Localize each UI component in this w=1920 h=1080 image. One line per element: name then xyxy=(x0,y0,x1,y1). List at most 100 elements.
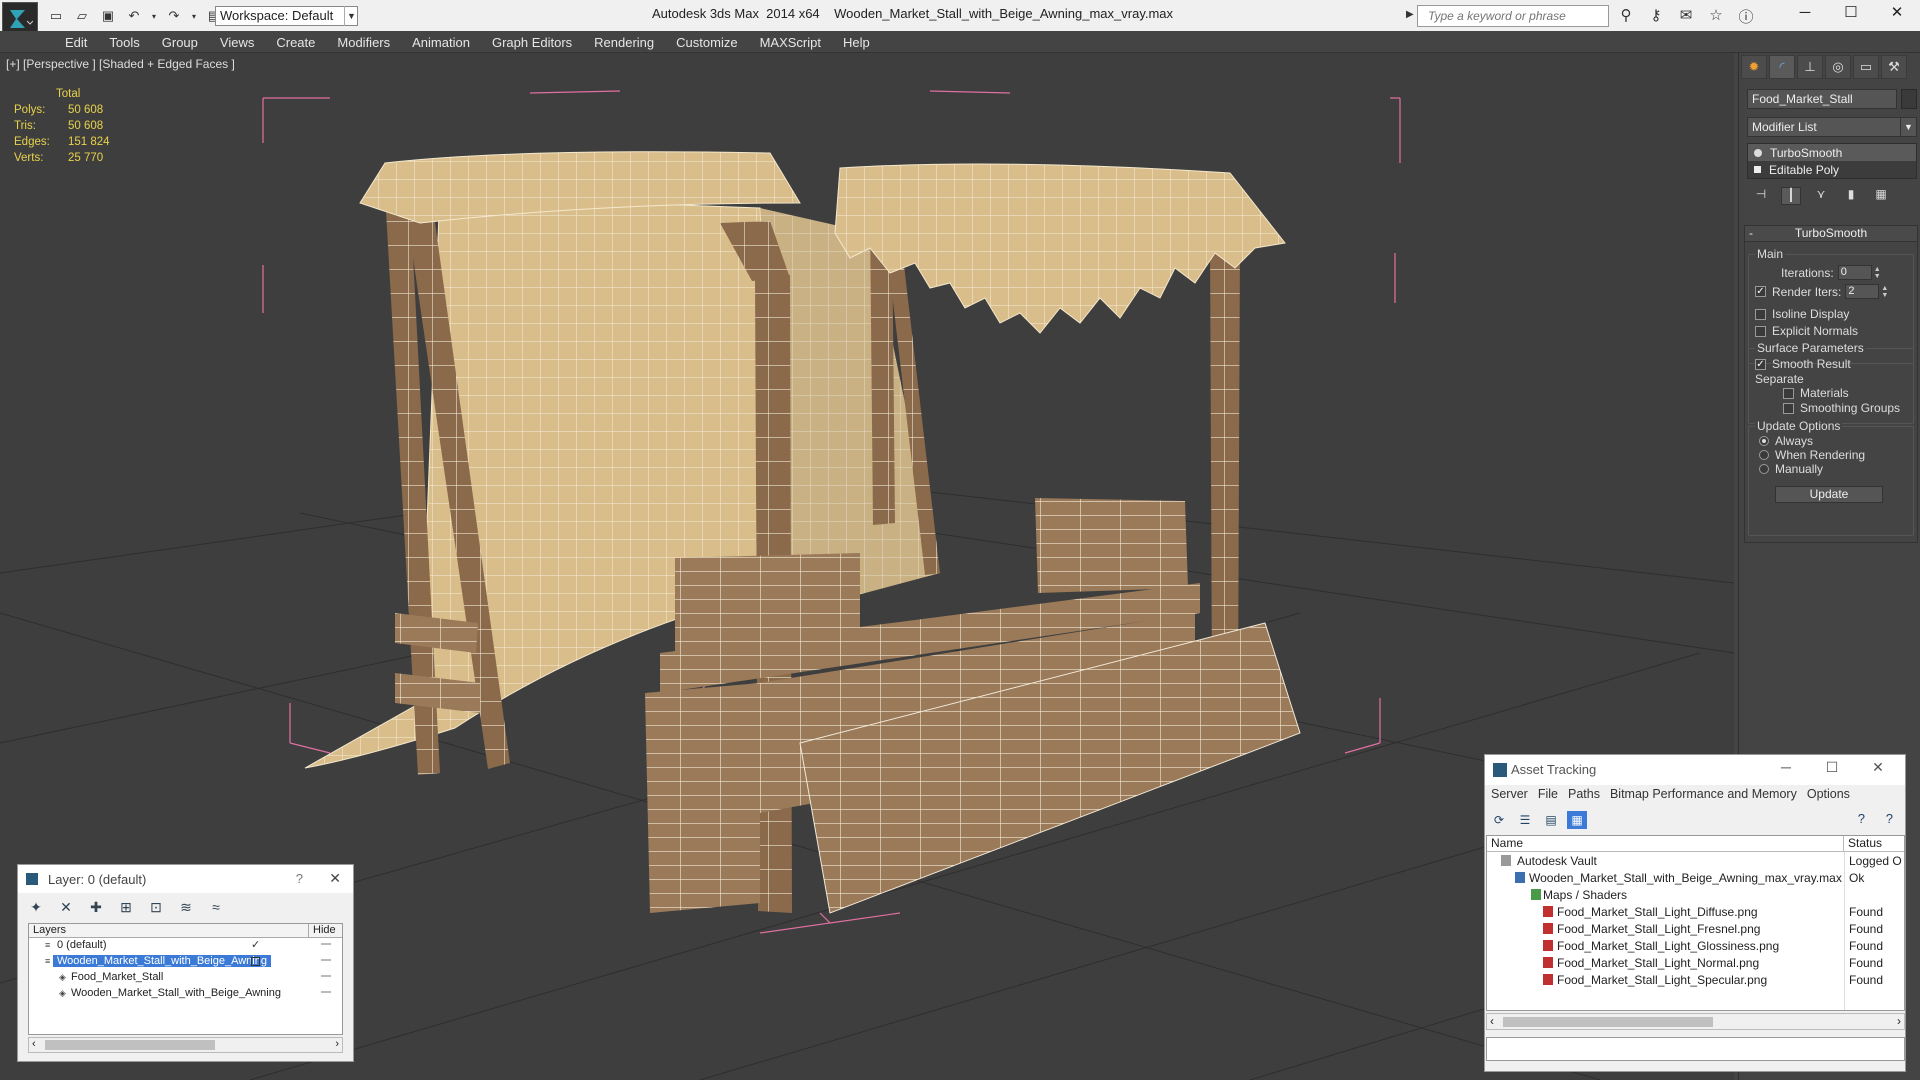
workspace-select[interactable]: Workspace: Default xyxy=(215,6,358,26)
always-radio[interactable] xyxy=(1759,436,1769,446)
hide-toggle[interactable] xyxy=(321,975,331,977)
menu-graph-editors[interactable]: Graph Editors xyxy=(482,35,584,50)
highlight-layer-icon[interactable]: ⊡ xyxy=(146,897,166,917)
layer-row[interactable]: ◈ Food_Market_Stall xyxy=(29,970,342,986)
smoothing-groups-checkbox[interactable] xyxy=(1783,402,1794,414)
column-status[interactable]: Status xyxy=(1844,836,1882,851)
column-hide[interactable]: Hide xyxy=(309,924,336,937)
modify-tab-icon[interactable]: ◜ xyxy=(1769,55,1795,79)
asset-row[interactable]: Food_Market_Stall_Light_Specular.png Fou… xyxy=(1487,971,1904,988)
show-end-result-icon[interactable]: ┃ xyxy=(1781,187,1801,205)
column-layers[interactable]: Layers xyxy=(29,924,309,937)
when-rendering-radio[interactable] xyxy=(1759,450,1769,460)
add-to-layer-icon[interactable]: ✚ xyxy=(86,897,106,917)
configure-sets-icon[interactable]: ▦ xyxy=(1871,187,1891,205)
asset-menu-server[interactable]: Server xyxy=(1491,787,1528,801)
layer-row[interactable]: ≡ 0 (default) ✓ xyxy=(29,938,342,954)
menu-tools[interactable]: Tools xyxy=(99,35,151,50)
current-layer-box[interactable] xyxy=(251,957,260,966)
create-tab-icon[interactable]: ✹ xyxy=(1741,55,1767,79)
pin-stack-icon[interactable]: ⊣ xyxy=(1751,187,1771,205)
table-view-icon[interactable]: ▦ xyxy=(1567,811,1587,829)
save-icon[interactable]: ▣ xyxy=(98,7,118,25)
key-icon[interactable]: ⚷ xyxy=(1645,6,1667,26)
open-file-icon[interactable]: ▱ xyxy=(72,7,92,25)
render-iters-checkbox[interactable]: ✓ xyxy=(1755,286,1766,297)
refresh-icon[interactable]: ⟳ xyxy=(1489,811,1509,829)
binoculars-icon[interactable]: ⚲ xyxy=(1615,6,1637,26)
asset-menu-bitmap[interactable]: Bitmap Performance and Memory xyxy=(1610,787,1797,801)
asset-path-field[interactable] xyxy=(1486,1037,1905,1061)
chevron-down-icon[interactable]: ▼ xyxy=(344,6,358,26)
make-unique-icon[interactable]: ⋎ xyxy=(1811,187,1831,205)
collapse-icon[interactable]: - xyxy=(1749,226,1753,240)
layer-window-titlebar[interactable]: Layer: 0 (default) ? ✕ xyxy=(18,865,353,893)
select-objects-icon[interactable]: ⊞ xyxy=(116,897,136,917)
materials-checkbox[interactable] xyxy=(1783,387,1794,399)
remove-modifier-icon[interactable]: ▮ xyxy=(1841,187,1861,205)
asset-row[interactable]: Autodesk Vault Logged O xyxy=(1487,852,1904,869)
delete-layer-icon[interactable]: ✕ xyxy=(56,897,76,917)
modifier-list-dropdown[interactable]: Modifier List ▼ xyxy=(1747,117,1917,137)
isoline-checkbox[interactable] xyxy=(1755,308,1766,320)
perspective-viewport[interactable]: [+] [Perspective ] [Shaded + Edged Faces… xyxy=(0,53,1734,1080)
spinner-arrows-icon[interactable]: ▲ ▼ xyxy=(1881,285,1888,299)
chevron-left-icon[interactable]: ‹ xyxy=(1490,1014,1494,1028)
motion-tab-icon[interactable]: ◎ xyxy=(1825,55,1851,79)
utilities-tab-icon[interactable]: ⚒ xyxy=(1881,55,1907,79)
menu-rendering[interactable]: Rendering xyxy=(584,35,666,50)
viewport-label[interactable]: [+] [Perspective ] [Shaded + Edged Faces… xyxy=(6,57,235,71)
render-iters-spinner[interactable]: 2 xyxy=(1845,284,1880,299)
close-icon[interactable]: ✕ xyxy=(1874,0,1920,26)
hide-toggle[interactable] xyxy=(321,943,331,945)
close-icon[interactable]: ✕ xyxy=(1855,759,1901,776)
asset-menu-paths[interactable]: Paths xyxy=(1568,787,1600,801)
new-file-icon[interactable]: ▭ xyxy=(46,7,66,25)
chevron-down-icon[interactable]: ▼ xyxy=(1900,118,1916,136)
asset-row[interactable]: Food_Market_Stall_Light_Normal.png Found xyxy=(1487,954,1904,971)
help-icon[interactable]: ? xyxy=(296,871,303,886)
iterations-spinner[interactable]: 0 xyxy=(1837,265,1872,280)
asset-row[interactable]: Food_Market_Stall_Light_Glossiness.png F… xyxy=(1487,937,1904,954)
asset-menu-options[interactable]: Options xyxy=(1807,787,1850,801)
expand-icon[interactable] xyxy=(1754,166,1761,173)
menu-create[interactable]: Create xyxy=(266,35,327,50)
menu-maxscript[interactable]: MAXScript xyxy=(750,35,833,50)
stack-item-editable-poly[interactable]: Editable Poly xyxy=(1748,161,1916,178)
asset-window-titlebar[interactable]: Asset Tracking ─ ☐ ✕ xyxy=(1485,755,1905,785)
smooth-result-checkbox[interactable]: ✓ xyxy=(1755,358,1766,370)
redo-dropdown-icon[interactable]: ▾ xyxy=(190,7,198,25)
thumbnail-view-icon[interactable]: ▤ xyxy=(1541,811,1561,829)
communication-icon[interactable]: ✉ xyxy=(1675,6,1697,26)
chevron-right-icon[interactable]: ▶ xyxy=(1406,9,1414,20)
asset-row[interactable]: Wooden_Market_Stall_with_Beige_Awning_ma… xyxy=(1487,869,1904,886)
undo-dropdown-icon[interactable]: ▾ xyxy=(150,7,158,25)
layer-row[interactable]: ◈ Wooden_Market_Stall_with_Beige_Awning xyxy=(29,986,342,1002)
layer-row[interactable]: ≡ Wooden_Market_Stall_with_Beige_Awning xyxy=(29,954,342,970)
menu-edit[interactable]: Edit xyxy=(55,35,99,50)
hide-all-icon[interactable]: ≋ xyxy=(176,897,196,917)
help-icon[interactable]: ⓘ xyxy=(1735,6,1757,26)
update-button[interactable]: Update xyxy=(1775,486,1883,503)
manually-radio[interactable] xyxy=(1759,464,1769,474)
lightbulb-icon[interactable] xyxy=(1754,148,1762,157)
scrollbar-thumb[interactable] xyxy=(1503,1017,1713,1027)
maximize-icon[interactable]: ☐ xyxy=(1809,759,1855,776)
horizontal-scrollbar[interactable]: ‹ › xyxy=(1486,1013,1905,1030)
asset-row[interactable]: Food_Market_Stall_Light_Diffuse.png Foun… xyxy=(1487,903,1904,920)
rollout-header[interactable]: - TurboSmooth xyxy=(1745,226,1917,242)
chevron-right-icon[interactable]: › xyxy=(335,1038,339,1050)
spinner-arrows-icon[interactable]: ▲ ▼ xyxy=(1874,266,1881,280)
help-icon[interactable]: ? xyxy=(1858,811,1865,826)
list-view-icon[interactable]: ☰ xyxy=(1515,811,1535,829)
asset-row[interactable]: Maps / Shaders xyxy=(1487,886,1904,903)
hierarchy-tab-icon[interactable]: ⊥ xyxy=(1797,55,1823,79)
display-tab-icon[interactable]: ▭ xyxy=(1853,55,1879,79)
star-icon[interactable]: ☆ xyxy=(1705,6,1727,26)
hide-toggle[interactable] xyxy=(321,959,331,961)
minimize-icon[interactable]: ─ xyxy=(1782,0,1828,26)
asset-menu-file[interactable]: File xyxy=(1538,787,1558,801)
close-icon[interactable]: ✕ xyxy=(329,870,341,887)
scrollbar-thumb[interactable] xyxy=(45,1040,215,1050)
new-layer-icon[interactable]: ✦ xyxy=(26,897,46,917)
